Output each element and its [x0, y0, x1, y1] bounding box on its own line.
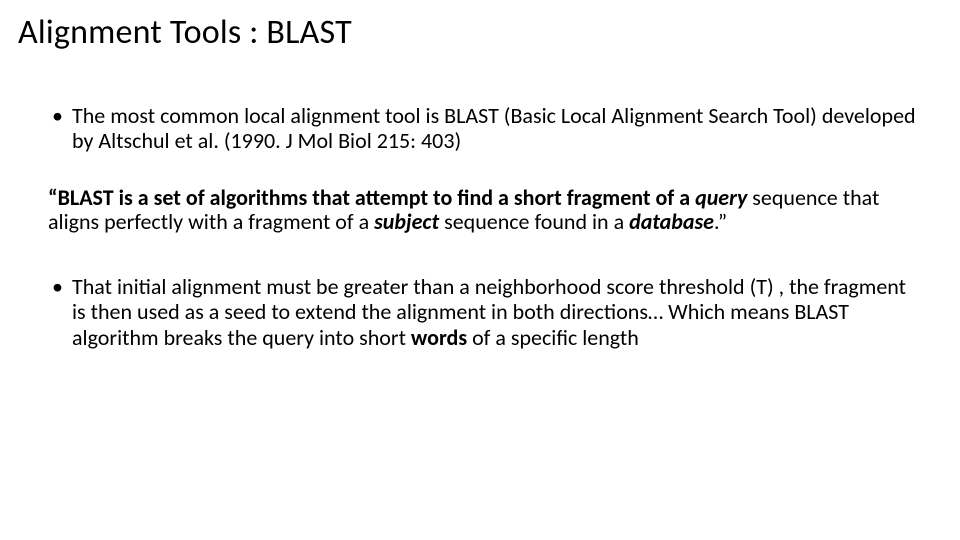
slide: Alignment Tools : BLAST • The most commo…: [0, 0, 960, 540]
slide-body: • The most common local alignment tool i…: [18, 103, 930, 350]
bullet-item-1: • The most common local alignment tool i…: [48, 103, 920, 154]
quote-paragraph: “BLAST is a set of algorithms that attem…: [48, 186, 920, 234]
term-words: words: [411, 324, 467, 351]
bullet-item-2: • That initial alignment must be greater…: [48, 274, 920, 350]
body-text: of a specific length: [467, 324, 639, 351]
term-database: database: [629, 208, 714, 235]
quote-text: .”: [714, 208, 727, 235]
bullet-dot-icon: •: [52, 103, 63, 128]
term-subject: subject: [374, 208, 439, 235]
term-query: query: [695, 184, 747, 211]
slide-title: Alignment Tools : BLAST: [18, 12, 930, 53]
body-text: The most common local alignment tool is …: [72, 102, 916, 154]
bullet-dot-icon: •: [52, 274, 63, 299]
quote-text: sequence found in a: [439, 208, 629, 235]
quote-text: “BLAST is a set of algorithms that attem…: [48, 184, 695, 211]
